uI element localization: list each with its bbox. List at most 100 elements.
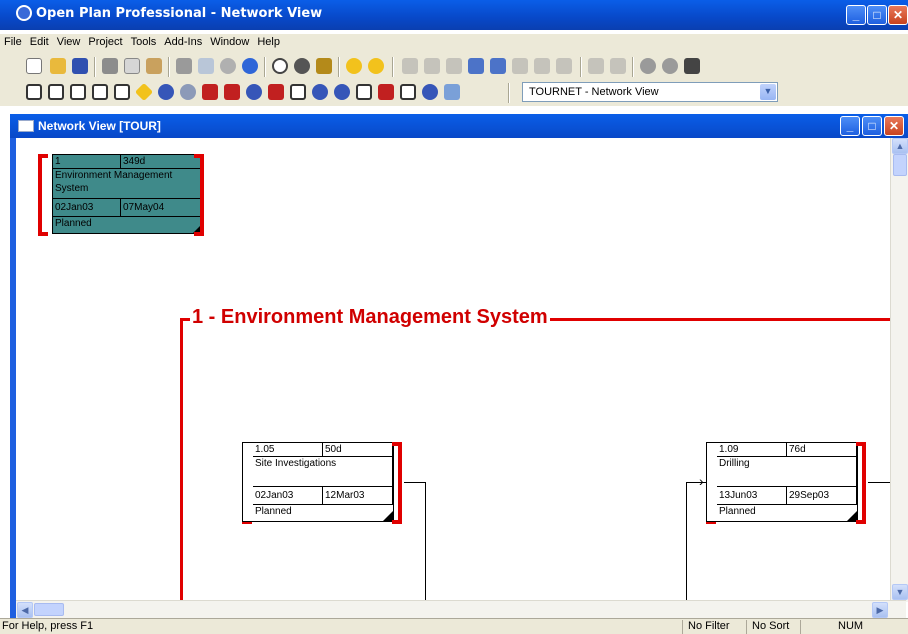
zoom-in-icon[interactable] — [640, 58, 656, 74]
indent-icon[interactable] — [588, 58, 604, 74]
window-icon — [18, 120, 34, 132]
view-select[interactable]: TOURNET - Network View ▼ — [522, 82, 778, 102]
zoom-out-icon[interactable] — [662, 58, 678, 74]
shield-icon[interactable] — [158, 84, 174, 100]
menu-view[interactable]: View — [53, 34, 85, 50]
diamond-icon[interactable] — [134, 82, 154, 102]
outdent-icon[interactable] — [610, 58, 626, 74]
node-name: Site Investigations — [253, 457, 393, 487]
node-name: Environment Management System — [53, 169, 203, 199]
globe-icon[interactable] — [294, 58, 310, 74]
remove-icon[interactable] — [424, 58, 440, 74]
network-node-icon[interactable] — [400, 84, 416, 100]
network-canvas[interactable]: 1 349d Environment Management System 02J… — [16, 138, 890, 602]
document-icon[interactable] — [444, 84, 460, 100]
child-maximize-icon[interactable]: □ — [862, 116, 882, 136]
new-icon[interactable] — [26, 58, 42, 74]
shield-icon[interactable] — [334, 84, 350, 100]
standard-toolbar — [0, 54, 908, 80]
maximize-icon[interactable]: □ — [867, 5, 887, 25]
open-icon[interactable] — [50, 58, 66, 74]
chart-icon[interactable] — [316, 58, 332, 74]
close-icon[interactable]: ✕ — [888, 5, 908, 25]
shield-icon[interactable] — [422, 84, 438, 100]
menu-tools[interactable]: Tools — [127, 34, 161, 50]
percent-icon[interactable] — [368, 58, 384, 74]
paste-icon[interactable] — [146, 58, 162, 74]
cube-icon[interactable] — [268, 84, 284, 100]
node-finish: 29Sep03 — [787, 487, 857, 505]
cube-icon[interactable] — [378, 84, 394, 100]
app-logo-icon — [16, 5, 32, 21]
node-id: 1.09 — [717, 443, 787, 457]
node-duration: 50d — [323, 443, 393, 457]
copy-icon[interactable] — [124, 58, 140, 74]
node-status: Planned — [255, 506, 292, 517]
menu-project[interactable]: Project — [84, 34, 126, 50]
scroll-left-icon[interactable]: ◀ — [17, 602, 33, 618]
network-node-icon[interactable] — [290, 84, 306, 100]
link-icon[interactable] — [446, 58, 462, 74]
horizontal-scroll-thumb[interactable] — [34, 603, 64, 616]
undo-icon[interactable] — [220, 58, 236, 74]
arrow-right-icon[interactable] — [556, 58, 572, 74]
activity-node[interactable]: 1.09 76d Drilling 13Jun03 29Sep03 Planne… — [706, 442, 858, 522]
print-preview-icon[interactable] — [198, 58, 214, 74]
child-window-title: Network View [TOUR] — [38, 119, 161, 133]
node-start: 02Jan03 — [53, 199, 121, 217]
vertical-scroll-thumb[interactable] — [893, 154, 907, 176]
menu-file[interactable]: File — [0, 34, 26, 50]
print-icon[interactable] — [176, 58, 192, 74]
network-node-icon[interactable] — [48, 84, 64, 100]
chevron-down-icon[interactable]: ▼ — [760, 84, 776, 100]
network-node-icon[interactable] — [114, 84, 130, 100]
shield-icon[interactable] — [312, 84, 328, 100]
scroll-up-icon[interactable]: ▲ — [892, 138, 908, 154]
summary-node[interactable]: 1 349d Environment Management System 02J… — [52, 154, 204, 234]
node-status: Planned — [719, 506, 756, 517]
network-node-icon[interactable] — [26, 84, 42, 100]
scroll-right-icon[interactable]: ▶ — [872, 602, 888, 618]
horizontal-scrollbar[interactable]: ◀ ▶ — [16, 600, 906, 618]
child-minimize-icon[interactable]: _ — [840, 116, 860, 136]
node-name: Drilling — [717, 457, 857, 487]
node-finish: 12Mar03 — [323, 487, 393, 505]
minimize-icon[interactable]: _ — [846, 5, 866, 25]
network-node-icon[interactable] — [92, 84, 108, 100]
scroll-down-icon[interactable]: ▼ — [892, 584, 908, 600]
vertical-scrollbar[interactable]: ▲ ▼ — [890, 138, 908, 602]
menu-help[interactable]: Help — [253, 34, 284, 50]
network-node-icon[interactable] — [356, 84, 372, 100]
link-line — [868, 482, 890, 483]
cube-icon[interactable] — [224, 84, 240, 100]
app-title-bar[interactable]: Open Plan Professional - Network View _ … — [0, 0, 908, 30]
cut-icon[interactable] — [102, 58, 118, 74]
camera-icon[interactable] — [684, 58, 700, 74]
arrow-down-icon[interactable] — [490, 58, 506, 74]
node-start: 13Jun03 — [717, 487, 787, 505]
activity-node[interactable]: 1.05 50d Site Investigations 02Jan03 12M… — [242, 442, 394, 522]
clock-icon[interactable] — [272, 58, 288, 74]
arrow-right-icon: › — [699, 473, 704, 489]
child-window-title-bar[interactable]: Network View [TOUR] _ □ ✕ — [10, 114, 908, 138]
menu-add-ins[interactable]: Add-Ins — [160, 34, 206, 50]
unlink-icon[interactable] — [468, 58, 484, 74]
menu-edit[interactable]: Edit — [26, 34, 53, 50]
link-line — [686, 482, 687, 602]
status-sort: No Sort — [752, 620, 790, 632]
node-id: 1.05 — [253, 443, 323, 457]
menu-window[interactable]: Window — [206, 34, 253, 50]
node-status: Planned — [55, 218, 92, 229]
shield-icon[interactable] — [246, 84, 262, 100]
network-node-icon[interactable] — [70, 84, 86, 100]
help-icon[interactable] — [242, 58, 258, 74]
number-one-icon[interactable] — [346, 58, 362, 74]
add-icon[interactable] — [402, 58, 418, 74]
node-bracket-right — [856, 442, 866, 524]
sphere-icon[interactable] — [180, 84, 196, 100]
arrow-up-icon[interactable] — [512, 58, 528, 74]
cube-icon[interactable] — [202, 84, 218, 100]
arrow-left-icon[interactable] — [534, 58, 550, 74]
save-icon[interactable] — [72, 58, 88, 74]
child-close-icon[interactable]: ✕ — [884, 116, 904, 136]
